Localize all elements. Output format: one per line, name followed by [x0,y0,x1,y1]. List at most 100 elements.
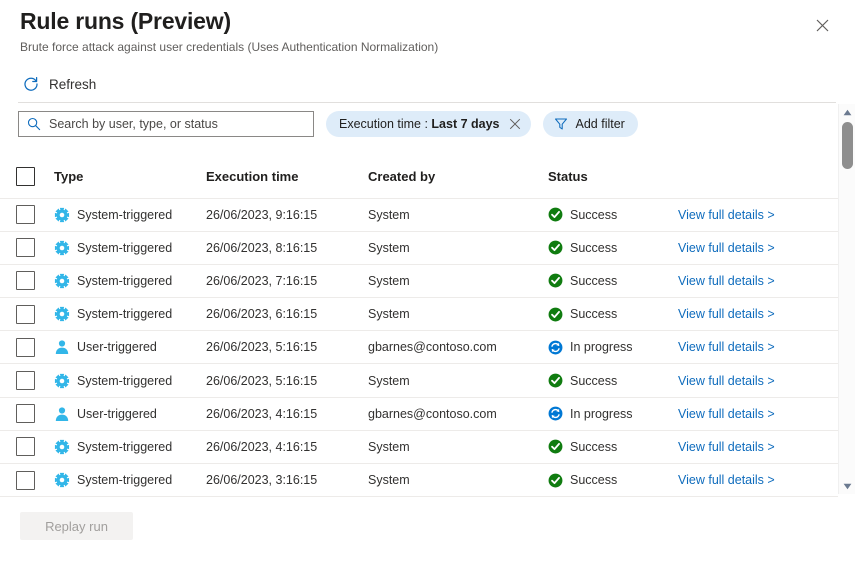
table-row[interactable]: User-triggered26/06/2023, 4:16:15gbarnes… [0,397,838,430]
row-checkbox[interactable] [16,238,35,257]
row-checkbox[interactable] [16,371,35,390]
replay-run-button[interactable]: Replay run [20,512,133,540]
cell-execution-time: 26/06/2023, 9:16:15 [206,198,368,231]
type-cell-content: User-triggered [54,339,206,355]
cell-created-by: System [368,198,548,231]
view-full-details-link[interactable]: View full details > [678,340,775,354]
success-check-icon [548,273,563,288]
column-header-execution-time[interactable]: Execution time [206,155,368,198]
view-full-details-link[interactable]: View full details > [678,307,775,321]
type-label: System-triggered [77,440,172,454]
status-cell-content: In progress [548,340,678,355]
gear-icon [54,306,70,322]
status-badge: Success [570,473,617,487]
cell-details-link: View full details > [678,364,838,397]
row-select-cell [0,331,54,364]
type-cell-content: System-triggered [54,207,206,223]
search-box[interactable] [18,111,314,137]
table-row[interactable]: System-triggered26/06/2023, 4:16:15Syste… [0,430,838,463]
scroll-up-button[interactable] [839,104,855,120]
row-checkbox[interactable] [16,305,35,324]
table-row[interactable]: System-triggered26/06/2023, 5:16:15Syste… [0,364,838,397]
table-row[interactable]: System-triggered26/06/2023, 9:16:15Syste… [0,198,838,231]
row-select-cell [0,397,54,430]
vertical-scrollbar[interactable] [838,104,855,494]
cell-created-by: System [368,364,548,397]
scrollbar-thumb[interactable] [842,122,853,169]
cell-created-by: System [368,464,548,497]
refresh-label: Refresh [49,77,96,92]
row-checkbox[interactable] [16,338,35,357]
cell-execution-time: 26/06/2023, 8:16:15 [206,231,368,264]
status-cell-content: Success [548,373,678,388]
view-full-details-link[interactable]: View full details > [678,241,775,255]
gear-icon [54,207,70,223]
row-checkbox[interactable] [16,271,35,290]
type-label: System-triggered [77,274,172,288]
row-checkbox[interactable] [16,471,35,490]
cell-type: System-triggered [54,231,206,264]
column-header-status[interactable]: Status [548,155,838,198]
table-row[interactable]: System-triggered26/06/2023, 3:16:15Syste… [0,464,838,497]
status-cell-content: Success [548,240,678,255]
add-filter-label: Add filter [576,117,625,131]
scroll-down-button[interactable] [839,478,855,494]
filter-bar: Execution time : Last 7 days Add filter [18,111,638,137]
row-select-cell [0,464,54,497]
status-cell-content: Success [548,207,678,222]
table-row[interactable]: User-triggered26/06/2023, 5:16:15gbarnes… [0,331,838,364]
type-cell-content: System-triggered [54,373,206,389]
cell-status: Success [548,430,678,463]
cell-type: System-triggered [54,298,206,331]
table-row[interactable]: System-triggered26/06/2023, 8:16:15Syste… [0,231,838,264]
success-check-icon [548,373,563,388]
status-cell-content: Success [548,307,678,322]
select-all-checkbox[interactable] [16,167,35,186]
cell-type: System-triggered [54,464,206,497]
filter-pill-execution-time[interactable]: Execution time : Last 7 days [326,111,531,137]
filter-pill-value: Last 7 days [431,117,499,131]
column-header-created-by[interactable]: Created by [368,155,548,198]
refresh-button[interactable]: Refresh [20,70,104,98]
runs-table-container: Type Execution time Created by Status Sy… [0,155,838,499]
table-row[interactable]: System-triggered26/06/2023, 7:16:15Syste… [0,264,838,297]
add-filter-button[interactable]: Add filter [543,111,638,137]
success-check-icon [548,473,563,488]
status-cell-content: Success [548,273,678,288]
type-label: System-triggered [77,307,172,321]
success-check-icon [548,207,563,222]
view-full-details-link[interactable]: View full details > [678,473,775,487]
status-badge: Success [570,307,617,321]
rule-runs-panel: Rule runs (Preview) Brute force attack a… [0,0,855,580]
cell-details-link: View full details > [678,264,838,297]
row-checkbox[interactable] [16,437,35,456]
cell-created-by: System [368,231,548,264]
row-checkbox[interactable] [16,205,35,224]
cell-type: System-triggered [54,264,206,297]
row-select-cell [0,364,54,397]
cell-status: In progress [548,397,678,430]
cell-status: Success [548,364,678,397]
view-full-details-link[interactable]: View full details > [678,440,775,454]
cell-status: Success [548,298,678,331]
view-full-details-link[interactable]: View full details > [678,274,775,288]
type-label: System-triggered [77,374,172,388]
row-select-cell [0,298,54,331]
view-full-details-link[interactable]: View full details > [678,374,775,388]
column-header-type[interactable]: Type [54,155,206,198]
status-badge: Success [570,440,617,454]
view-full-details-link[interactable]: View full details > [678,407,775,421]
table-row[interactable]: System-triggered26/06/2023, 6:16:15Syste… [0,298,838,331]
cell-type: System-triggered [54,198,206,231]
close-button[interactable] [810,13,834,37]
filter-remove-icon[interactable] [509,118,521,130]
gear-icon [54,472,70,488]
status-badge: Success [570,208,617,222]
status-badge: In progress [570,407,633,421]
row-checkbox[interactable] [16,404,35,423]
view-full-details-link[interactable]: View full details > [678,208,775,222]
row-select-cell [0,264,54,297]
type-label: System-triggered [77,473,172,487]
cell-type: System-triggered [54,364,206,397]
search-input[interactable] [49,113,299,135]
